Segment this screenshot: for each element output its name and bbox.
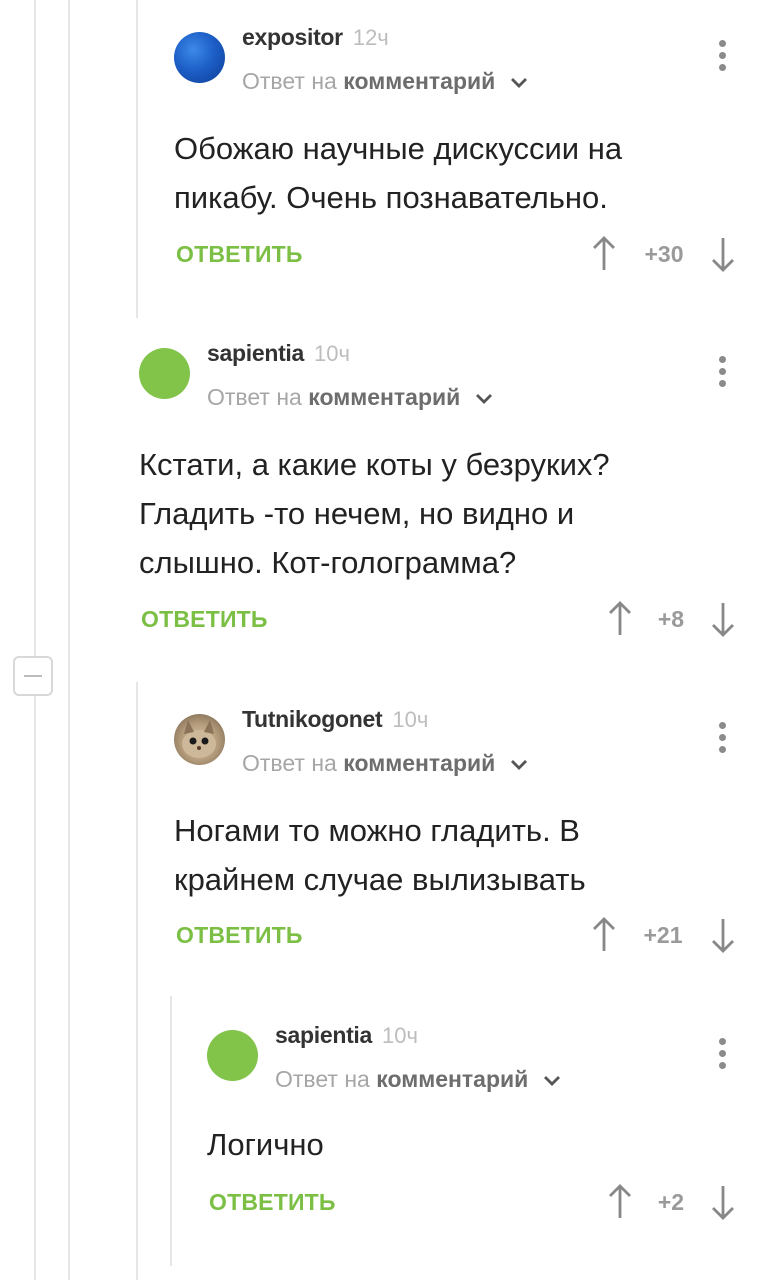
comment: sapientia 10ч Ответ на комментарий Кстати… [139, 316, 744, 656]
menu-dots-icon[interactable] [717, 356, 727, 390]
menu-dots-icon[interactable] [717, 40, 727, 74]
reply-to-line: Ответ на комментарий [242, 68, 528, 95]
thread-line-4 [136, 682, 138, 1280]
score: +21 [643, 922, 683, 948]
reply-button[interactable]: ОТВЕТИТЬ [141, 606, 268, 633]
author-name[interactable]: sapientia 10ч [275, 1022, 418, 1049]
chevron-down-icon[interactable] [510, 759, 528, 771]
reply-to-link[interactable]: комментарий [343, 750, 495, 776]
cat-face-icon [182, 720, 216, 758]
comment: sapientia 10ч Ответ на комментарий Логичн… [207, 998, 744, 1268]
menu-dots-icon[interactable] [717, 1038, 727, 1072]
arrow-down-icon[interactable] [710, 601, 736, 637]
reply-to-link[interactable]: комментарий [376, 1066, 528, 1092]
avatar[interactable] [139, 348, 190, 399]
reply-to-line: Ответ на комментарий [275, 1066, 561, 1093]
comment: Tutnikogonet 10ч Ответ на комментарий Ног… [174, 682, 744, 982]
comment-text: Обожаю научные дискуссии на пикабу. Очен… [174, 131, 623, 215]
reply-to-line: Ответ на комментарий [207, 384, 493, 411]
cat-avatar[interactable] [174, 714, 225, 765]
arrow-up-icon[interactable] [591, 917, 617, 953]
thread-line-5 [170, 996, 172, 1266]
reply-button[interactable]: ОТВЕТИТЬ [209, 1189, 336, 1216]
arrow-up-icon[interactable] [607, 601, 633, 637]
avatar[interactable] [207, 1030, 258, 1081]
comment-time: 10ч [314, 341, 350, 366]
author-name[interactable]: expositor 12ч [242, 24, 389, 51]
author-name[interactable]: Tutnikogonet 10ч [242, 706, 428, 733]
chevron-down-icon[interactable] [475, 393, 493, 405]
avatar[interactable] [174, 32, 225, 83]
comment-text: Ногами то можно гладить. В крайнем случа… [174, 813, 586, 897]
reply-button[interactable]: ОТВЕТИТЬ [176, 922, 303, 949]
chevron-down-icon[interactable] [510, 77, 528, 89]
menu-dots-icon[interactable] [717, 722, 727, 756]
score: +8 [657, 606, 685, 632]
score: +2 [657, 1189, 685, 1215]
arrow-down-icon[interactable] [710, 917, 736, 953]
comment-time: 10ч [382, 1023, 418, 1048]
reply-button[interactable]: ОТВЕТИТЬ [176, 241, 303, 268]
author-name[interactable]: sapientia 10ч [207, 340, 350, 367]
score: +30 [644, 241, 684, 267]
arrow-up-icon[interactable] [607, 1184, 633, 1220]
thread-line-2 [68, 0, 70, 1280]
reply-to-link[interactable]: комментарий [343, 68, 495, 94]
comment-text: Логично [207, 1127, 324, 1162]
arrow-down-icon[interactable] [710, 236, 736, 272]
comment-time: 10ч [392, 707, 429, 732]
reply-to-line: Ответ на комментарий [242, 750, 528, 777]
comment: expositor 12ч Ответ на комментарий Обожаю… [174, 0, 744, 300]
thread-line-3 [136, 0, 138, 318]
thread-line-1 [34, 0, 36, 1280]
arrow-down-icon[interactable] [710, 1184, 736, 1220]
comment-text: Кстати, а какие коты у безруких? Гладить… [139, 447, 610, 580]
chevron-down-icon[interactable] [543, 1075, 561, 1087]
comment-time: 12ч [352, 25, 389, 50]
reply-to-link[interactable]: комментарий [308, 384, 460, 410]
arrow-up-icon[interactable] [591, 236, 617, 272]
collapse-thread-icon[interactable] [13, 656, 53, 696]
